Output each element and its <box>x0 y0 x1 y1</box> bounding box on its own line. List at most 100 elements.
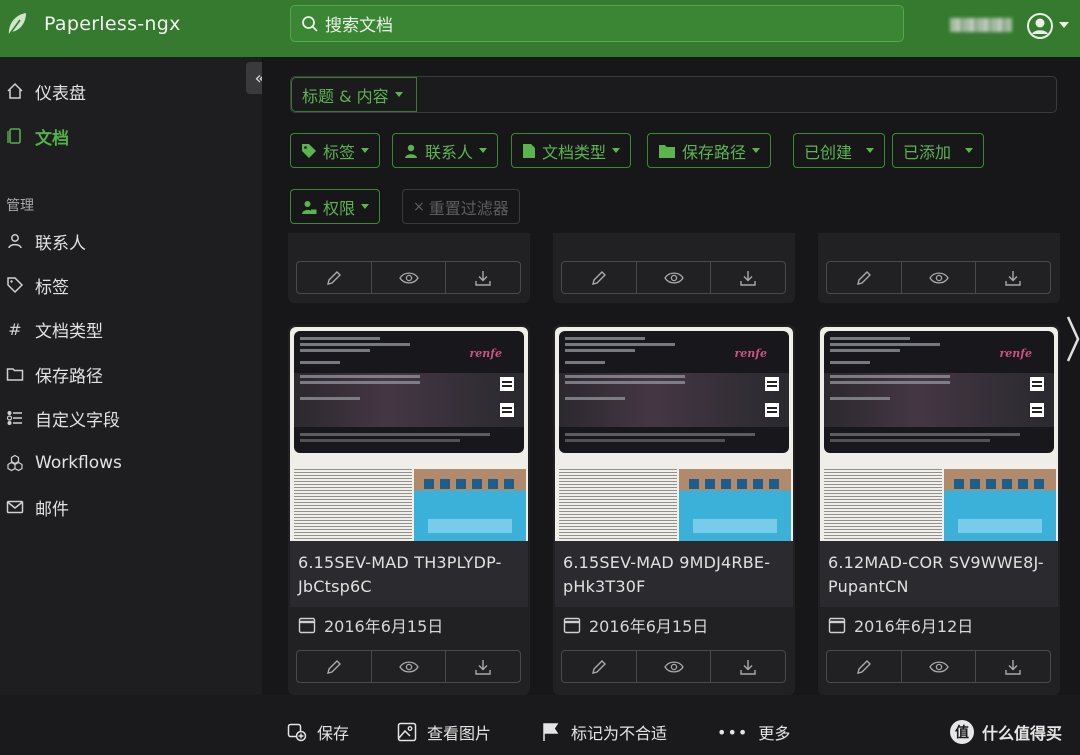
download-button[interactable] <box>446 651 520 682</box>
mark-unsuitable-button[interactable]: 标记为不合适 <box>541 720 667 744</box>
edit-button[interactable] <box>827 651 902 682</box>
permissions-filter-label: 权限 <box>323 198 356 218</box>
x-icon: × <box>413 198 425 215</box>
card-action-group <box>296 261 521 294</box>
sidebar-item-document-types[interactable]: # 文档类型 <box>0 312 240 346</box>
document-card[interactable]: renfe 6.15SEV-MAD TH3PLYDP-JbCtsp6C 2016… <box>288 325 530 695</box>
edit-button[interactable] <box>297 651 372 682</box>
leaf-logo-icon[interactable] <box>6 11 28 37</box>
created-filter-button[interactable]: 已创建 <box>793 133 886 168</box>
document-title[interactable]: 6.12MAD-COR SV9WWE8J-PupantCN <box>820 541 1058 607</box>
preview-button[interactable] <box>372 651 447 682</box>
document-thumbnail[interactable]: renfe <box>290 327 528 541</box>
person-fill-icon <box>403 143 419 159</box>
storage-path-filter-button[interactable]: 保存路径 <box>647 133 772 168</box>
document-thumbnail[interactable]: renfe <box>555 327 793 541</box>
calendar-icon <box>828 616 846 634</box>
preview-button[interactable] <box>902 651 977 682</box>
title-content-filter-input[interactable]: 标题 & 内容 <box>290 76 1057 113</box>
reset-filters-button[interactable]: × 重置过滤器 <box>402 189 520 224</box>
ticket-image: renfe <box>559 331 789 453</box>
edit-button[interactable] <box>297 262 372 293</box>
ticket-brand-logo: renfe <box>999 347 1032 360</box>
download-icon <box>1005 270 1021 286</box>
document-card[interactable]: renfe 6.15SEV-MAD 9MDJ4RBE-pHk3T30F 2016… <box>553 325 795 695</box>
storage-path-filter-label: 保存路径 <box>682 142 747 162</box>
sidebar-item-custom-fields[interactable]: 自定义字段 <box>0 401 240 435</box>
tag-icon <box>5 275 25 295</box>
user-menu-caret-icon[interactable] <box>1059 22 1069 28</box>
added-filter-button[interactable]: 已添加 <box>892 133 985 168</box>
edit-button[interactable] <box>827 262 902 293</box>
document-thumbnail[interactable]: renfe <box>820 327 1058 541</box>
correspondent-filter-button[interactable]: 联系人 <box>392 133 499 168</box>
sidebar: 仪表盘 文档 管理 联系人 标签 # 文档类型 保存路径 自定义字段 Workf… <box>0 57 262 695</box>
caret-down-icon <box>394 92 403 97</box>
pencil-icon <box>856 659 871 674</box>
person-icon <box>5 231 25 251</box>
sidebar-item-correspondents[interactable]: 联系人 <box>0 224 240 258</box>
boxes-icon <box>5 453 25 473</box>
image-icon <box>397 722 417 742</box>
documents-main-panel: 标题 & 内容 标签 联系人 文档类型 保存路径 已创建 已添加 权限 × 重置… <box>262 57 1080 695</box>
preview-button[interactable] <box>637 262 712 293</box>
document-type-filter-button[interactable]: 文档类型 <box>511 133 632 168</box>
ticket-terms-text <box>824 469 942 539</box>
eye-icon <box>398 660 419 673</box>
view-image-button[interactable]: 查看图片 <box>397 720 491 744</box>
ticket-terms-text <box>559 469 677 539</box>
preview-button[interactable] <box>902 262 977 293</box>
more-button[interactable]: ••• 更多 <box>717 720 790 744</box>
document-date: 2016年6月12日 <box>828 613 973 637</box>
preview-button[interactable] <box>637 651 712 682</box>
document-card[interactable]: renfe 6.12MAD-COR SV9WWE8J-PupantCN 2016… <box>818 325 1060 695</box>
mark-unsuitable-button-label: 标记为不合适 <box>571 724 668 743</box>
permissions-filter-button[interactable]: 权限 <box>290 189 381 224</box>
more-button-label: 更多 <box>758 724 791 743</box>
section-label-manage: 管理 <box>6 198 34 214</box>
tags-filter-button[interactable]: 标签 <box>290 133 381 168</box>
eye-icon <box>398 271 419 284</box>
chevron-right-icon[interactable] <box>1066 313 1080 365</box>
sidebar-item-documents[interactable]: 文档 <box>0 119 240 153</box>
sidebar-item-workflows[interactable]: Workflows <box>0 446 240 480</box>
reset-filters-label: 重置过滤器 <box>428 198 509 218</box>
search-placeholder: 搜索文档 <box>325 16 393 36</box>
title-content-dropdown[interactable]: 标题 & 内容 <box>291 77 417 112</box>
flag-icon <box>541 722 561 742</box>
edit-button[interactable] <box>562 651 637 682</box>
download-button[interactable] <box>976 651 1050 682</box>
app-title[interactable]: Paperless-ngx <box>44 13 181 35</box>
download-button[interactable] <box>711 651 785 682</box>
document-card-previous-1 <box>288 233 530 303</box>
download-button[interactable] <box>976 262 1050 293</box>
user-circle-icon[interactable] <box>1026 12 1054 40</box>
sidebar-item-label: 文档 <box>35 128 69 149</box>
document-title[interactable]: 6.15SEV-MAD TH3PLYDP-JbCtsp6C <box>290 541 528 607</box>
sidebar-item-dashboard[interactable]: 仪表盘 <box>0 74 240 108</box>
caret-down-icon <box>361 204 370 209</box>
global-search-input[interactable]: 搜索文档 <box>290 5 904 42</box>
card-action-group <box>296 650 521 683</box>
preview-button[interactable] <box>372 262 447 293</box>
sidebar-item-storage-paths[interactable]: 保存路径 <box>0 357 240 391</box>
sidebar-item-mail[interactable]: 邮件 <box>0 490 240 524</box>
correspondent-filter-label: 联系人 <box>425 142 474 162</box>
document-date-text: 2016年6月12日 <box>854 617 974 636</box>
sidebar-item-tags[interactable]: 标签 <box>0 268 240 302</box>
top-navbar: Paperless-ngx 搜索文档 <box>0 0 1080 57</box>
card-action-group <box>561 650 786 683</box>
pencil-icon <box>591 659 606 674</box>
sidebar-item-label: 文档类型 <box>35 321 103 342</box>
sidebar-item-label: 自定义字段 <box>35 410 120 431</box>
document-title[interactable]: 6.15SEV-MAD 9MDJ4RBE-pHk3T30F <box>555 541 793 607</box>
download-button[interactable] <box>711 262 785 293</box>
caret-down-icon <box>752 148 761 153</box>
edit-button[interactable] <box>562 262 637 293</box>
tag-fill-icon <box>301 143 317 159</box>
save-plus-icon <box>287 722 307 742</box>
pencil-icon <box>326 270 341 285</box>
download-button[interactable] <box>446 262 520 293</box>
ticket-advert-image <box>679 469 791 541</box>
save-button[interactable]: 保存 <box>287 720 349 744</box>
